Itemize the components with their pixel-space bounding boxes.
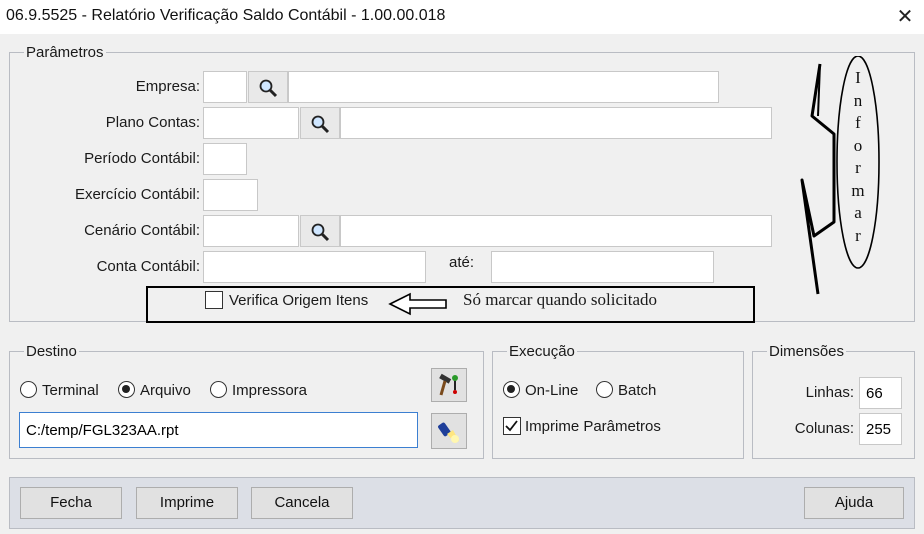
dimensoes-legend: Dimensões — [769, 343, 845, 360]
periodo-contabil-label: Período Contábil: — [84, 150, 200, 167]
checkmark-icon — [505, 420, 518, 432]
verifica-origem-checkbox[interactable] — [205, 291, 223, 309]
cancela-button-label: Cancela — [274, 494, 330, 511]
linhas-label: Linhas: — [805, 384, 854, 401]
fecha-button-label: Fecha — [50, 494, 92, 511]
exercicio-contabil-input[interactable] — [203, 179, 258, 211]
cenario-contabil-code-input[interactable] — [203, 215, 299, 247]
verifica-origem-label: Verifica Origem Itens — [229, 292, 369, 309]
execucao-online-radio[interactable] — [503, 381, 520, 398]
periodo-contabil-input[interactable] — [203, 143, 247, 175]
imprime-parametros-checkbox[interactable] — [503, 417, 521, 435]
ate-label: até: — [449, 254, 475, 271]
conta-contabil-from-input[interactable] — [203, 251, 426, 283]
imprime-button[interactable]: Imprime — [136, 487, 238, 519]
plano-contas-label: Plano Contas: — [105, 114, 200, 131]
plano-contas-code-input[interactable] — [203, 107, 299, 139]
linhas-input[interactable] — [859, 377, 902, 409]
execucao-group: Execução — [492, 343, 744, 459]
destino-impressora-label: Impressora — [232, 382, 308, 399]
plano-contas-lookup-button[interactable] — [300, 107, 340, 139]
informar-letter: I — [855, 68, 861, 87]
destino-impressora-radio[interactable] — [210, 381, 227, 398]
setup-button[interactable] — [431, 368, 467, 402]
cenario-contabil-lookup-button[interactable] — [300, 215, 340, 247]
cenario-contabil-label: Cenário Contábil: — [84, 222, 200, 239]
colunas-input[interactable] — [859, 413, 902, 445]
colunas-label: Colunas: — [794, 420, 854, 437]
destino-terminal-radio[interactable] — [20, 381, 37, 398]
informar-letter: r — [855, 158, 861, 177]
informar-letter: o — [853, 135, 863, 155]
annotation-brace-arrow-icon — [800, 56, 880, 295]
empresa-code-input[interactable] — [203, 71, 247, 103]
conta-contabil-label: Conta Contábil: — [96, 258, 200, 275]
cenario-contabil-name-input[interactable] — [340, 215, 772, 247]
fecha-button[interactable]: Fecha — [20, 487, 122, 519]
imprime-button-label: Imprime — [159, 494, 215, 511]
hammer-settings-icon — [439, 373, 458, 396]
imprime-parametros-label: Imprime Parâmetros — [525, 418, 661, 435]
window-title: 06.9.5525 - Relatório Verificação Saldo … — [6, 7, 446, 24]
flashlight-icon — [438, 422, 459, 443]
empresa-label: Empresa: — [135, 78, 200, 95]
magnifier-icon — [311, 223, 330, 242]
destino-arquivo-label: Arquivo — [140, 382, 191, 399]
conta-contabil-to-input[interactable] — [491, 251, 714, 283]
empresa-name-input[interactable] — [288, 71, 719, 103]
execucao-batch-radio[interactable] — [596, 381, 613, 398]
informar-letter: a — [854, 203, 862, 222]
informar-letter: f — [855, 113, 861, 132]
title-bar: 06.9.5525 - Relatório Verificação Saldo … — [0, 0, 924, 34]
destino-legend: Destino — [26, 343, 77, 360]
arrow-left-icon — [388, 292, 447, 316]
informar-letter: n — [853, 90, 863, 110]
informar-letter: m — [851, 180, 865, 200]
destino-terminal-label: Terminal — [42, 382, 99, 399]
destino-file-path-input[interactable] — [19, 412, 418, 448]
annotation-note-text: Só marcar quando solicitado — [463, 290, 658, 309]
cancela-button[interactable]: Cancela — [251, 487, 353, 519]
plano-contas-name-input[interactable] — [340, 107, 772, 139]
execucao-batch-label: Batch — [618, 382, 657, 399]
exercicio-contabil-label: Exercício Contábil: — [74, 186, 200, 203]
informar-letter: r — [855, 225, 861, 245]
ajuda-button[interactable]: Ajuda — [804, 487, 904, 519]
magnifier-icon — [259, 79, 278, 98]
parametros-legend: Parâmetros — [26, 44, 104, 61]
browse-file-button[interactable] — [431, 413, 467, 449]
execucao-legend: Execução — [509, 343, 575, 360]
magnifier-icon — [311, 115, 330, 134]
ajuda-button-label: Ajuda — [834, 494, 874, 511]
destino-arquivo-radio[interactable] — [118, 381, 135, 398]
execucao-online-label: On-Line — [525, 382, 579, 399]
empresa-lookup-button[interactable] — [248, 71, 288, 103]
close-icon[interactable]: ✕ — [888, 2, 922, 32]
